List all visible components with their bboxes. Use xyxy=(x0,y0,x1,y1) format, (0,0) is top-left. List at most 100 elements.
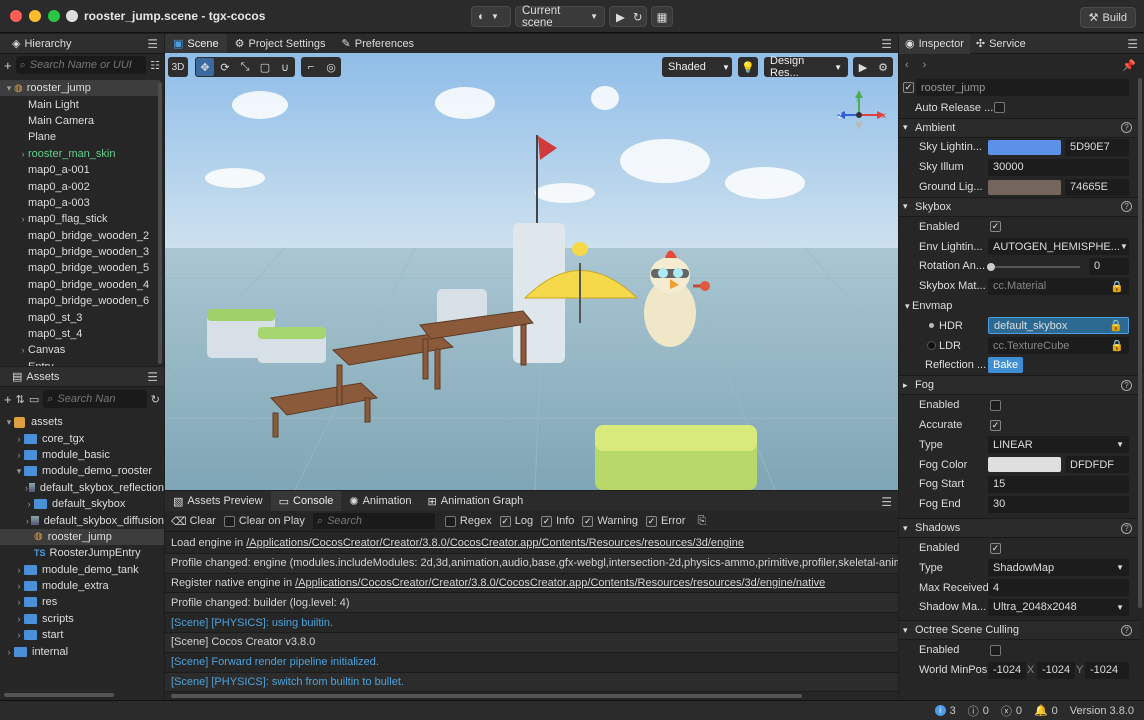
hierarchy-node[interactable]: Main Camera xyxy=(0,113,160,129)
octree-enabled-checkbox[interactable] xyxy=(990,644,1001,656)
rotation-slider-knob[interactable] xyxy=(987,262,995,271)
tab-animation[interactable]: ✺ Animation xyxy=(341,491,419,511)
pivot-icon[interactable]: ⌐ xyxy=(302,58,320,76)
hierarchy-scrollbar[interactable] xyxy=(158,82,162,364)
hierarchy-node[interactable]: map0_bridge_wooden_2 xyxy=(0,228,160,244)
forward-icon[interactable]: › xyxy=(923,59,927,71)
node-name-input[interactable]: rooster_jump xyxy=(916,79,1129,97)
sky-lighting-hex-input[interactable]: 5D90E7 xyxy=(1065,138,1129,156)
hierarchy-node[interactable]: Main Light xyxy=(0,96,160,112)
tab-hierarchy[interactable]: ◈ Hierarchy xyxy=(6,34,78,54)
rotate-tool-icon[interactable]: ⟳ xyxy=(216,58,234,76)
minimize-window-button[interactable] xyxy=(29,10,41,22)
tab-preferences[interactable]: ✎ Preferences xyxy=(334,34,423,53)
fog-color-hex-input[interactable]: DFDFDF xyxy=(1065,456,1129,474)
expand-arrow-icon[interactable]: › xyxy=(18,149,28,159)
gear-icon[interactable]: ⚙ xyxy=(874,58,892,76)
hierarchy-node[interactable]: map0_st_4 xyxy=(0,326,160,342)
help-icon[interactable]: ? xyxy=(1121,379,1132,391)
asset-item[interactable]: › core_tgx xyxy=(0,430,164,446)
expand-arrow-icon[interactable]: ▾ xyxy=(4,83,14,94)
asset-item[interactable]: ▾ assets xyxy=(0,414,164,430)
tab-assets[interactable]: ▤ Assets xyxy=(6,367,65,387)
skybox-section-header[interactable]: ▾ Skybox? xyxy=(899,196,1140,217)
asset-item[interactable]: › default_skybox_diffusion xyxy=(0,512,164,528)
hierarchy-node[interactable]: map0_bridge_wooden_6 xyxy=(0,293,160,309)
pin-icon[interactable]: 📌 xyxy=(1122,59,1136,72)
ambient-section-header[interactable]: ▾ Ambient? xyxy=(899,117,1140,138)
console-line[interactable]: Profile changed: builder (log.level: 4) xyxy=(165,593,898,614)
asset-item[interactable]: › module_extra xyxy=(0,578,164,594)
shadows-type-select[interactable]: ShadowMap ▼ xyxy=(988,559,1129,577)
fog-start-input[interactable]: 15 xyxy=(988,475,1129,493)
hierarchy-node[interactable]: › map0_flag_stick xyxy=(0,211,160,227)
octree-section-header[interactable]: ▾ Octree Scene Culling? xyxy=(899,620,1140,641)
asset-item[interactable]: › res xyxy=(0,594,164,610)
scale-tool-icon[interactable]: ⤡ xyxy=(236,58,254,76)
bake-button[interactable]: Bake xyxy=(988,357,1024,374)
tab-service[interactable]: ✣ Service xyxy=(970,34,1032,54)
hierarchy-node[interactable]: ▾ ◍ rooster_jump xyxy=(0,80,160,97)
toggle-3d-button[interactable]: 3D xyxy=(168,57,188,77)
orientation-gizmo[interactable]: y x z xyxy=(835,88,891,144)
menu-icon[interactable]: ☰ xyxy=(881,495,892,509)
sky-illum-input[interactable]: 30000 xyxy=(988,158,1129,176)
warning-count[interactable]: ⓘ 0 xyxy=(968,703,989,719)
inspector-scrollbar[interactable] xyxy=(1138,78,1142,608)
expand-arrow-icon[interactable]: › xyxy=(14,581,24,591)
assets-search-input[interactable]: ⌕ Search Nan xyxy=(43,390,147,408)
fog-enabled-checkbox[interactable] xyxy=(990,399,1001,411)
scene-select[interactable]: Current scene ▼ xyxy=(515,5,605,29)
rotation-input[interactable]: 0 xyxy=(1089,257,1129,275)
auto-release-checkbox[interactable] xyxy=(994,102,1005,114)
play-button[interactable]: ▶ ↻ xyxy=(609,6,647,27)
hierarchy-search-input[interactable]: ⌕ Search Name or UUI xyxy=(15,56,147,74)
local-global-icon[interactable]: ◎ xyxy=(322,58,340,76)
platform-dropdown[interactable]: ◐ ▼ xyxy=(471,6,511,27)
clear-button[interactable]: ⌫ Clear xyxy=(171,515,216,528)
console-search-input[interactable]: ⌕ Search xyxy=(312,513,435,529)
node-active-checkbox[interactable]: ✓ xyxy=(903,82,914,94)
error-count[interactable]: ⓧ 0 xyxy=(1001,703,1022,719)
camera-icon[interactable]: ▶ xyxy=(854,58,872,76)
fog-end-input[interactable]: 30 xyxy=(988,495,1129,513)
fog-section-header[interactable]: ▸ Fog? xyxy=(899,375,1140,396)
info-count[interactable]: i3 xyxy=(934,705,956,717)
max-received-input[interactable]: 4 xyxy=(988,579,1129,597)
hierarchy-node[interactable]: map0_a-001 xyxy=(0,162,160,178)
tab-inspector[interactable]: ◉ Inspector xyxy=(899,34,970,54)
fog-accurate-checkbox[interactable]: ✓ xyxy=(990,419,1001,431)
expand-arrow-icon[interactable]: › xyxy=(14,614,24,624)
hierarchy-node[interactable]: map0_a-002 xyxy=(0,178,160,194)
expand-arrow-icon[interactable]: › xyxy=(4,647,14,657)
help-icon[interactable]: ? xyxy=(1121,624,1132,636)
log-toggle[interactable]: ✓ Log xyxy=(499,515,533,527)
ground-lighting-color-swatch[interactable] xyxy=(988,179,1061,195)
console-path-link[interactable]: /Applications/CocosCreator/Creator/3.8.0… xyxy=(295,577,825,589)
add-icon[interactable]: + xyxy=(4,392,12,407)
shadows-enabled-checkbox[interactable]: ✓ xyxy=(990,542,1001,554)
warning-toggle[interactable]: ✓ Warning xyxy=(582,515,638,527)
env-lighting-select[interactable]: AUTOGEN_HEMISPHE... ▼ xyxy=(988,238,1129,256)
expand-arrow-icon[interactable]: › xyxy=(24,516,31,526)
menu-icon[interactable]: ☰ xyxy=(147,371,158,383)
expand-arrow-icon[interactable]: › xyxy=(14,450,24,460)
assets-scrollbar-h[interactable] xyxy=(4,693,114,697)
refresh-icon[interactable]: ↻ xyxy=(151,393,160,406)
asset-item[interactable]: › module_basic xyxy=(0,447,164,463)
shading-dropdown[interactable]: Shaded ▼ xyxy=(662,57,732,77)
asset-item[interactable]: TS RoosterJumpEntry xyxy=(0,545,164,561)
maximize-window-button[interactable] xyxy=(48,10,60,22)
asset-item[interactable]: › default_skybox xyxy=(0,496,164,512)
expand-arrow-icon[interactable]: › xyxy=(18,214,28,224)
sky-lighting-color-swatch[interactable] xyxy=(988,139,1061,155)
minpos-y-input[interactable]: -1024 xyxy=(1037,661,1075,679)
info-toggle[interactable]: ✓ Info xyxy=(541,515,574,527)
tab-scene[interactable]: ▣ Scene xyxy=(165,34,227,53)
hierarchy-node[interactable]: map0_a-003 xyxy=(0,195,160,211)
menu-icon[interactable]: ☰ xyxy=(881,37,892,51)
expand-arrow-icon[interactable]: › xyxy=(18,345,28,355)
close-window-button[interactable] xyxy=(10,10,22,22)
tab-animation-graph[interactable]: ⊞ Animation Graph xyxy=(420,491,532,511)
copy-icon[interactable]: ⎘ xyxy=(697,515,706,528)
